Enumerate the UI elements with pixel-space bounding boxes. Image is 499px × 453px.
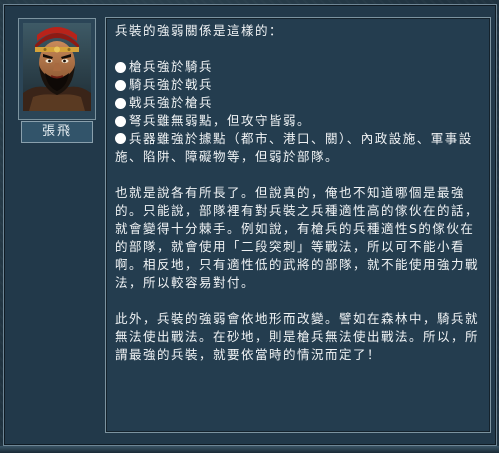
dialog-text-panel: 兵裝的強弱關係是這樣的： 槍兵強於騎兵 騎兵強於戟兵 戟兵強於槍兵 弩兵雖無弱點… [105, 17, 491, 433]
portrait-frame [18, 18, 96, 120]
bullet-circle-icon [115, 61, 126, 73]
paragraph-1: 也就是說各有所長了。但說真的，俺也不知道哪個是最強的。只能說，部隊裡有對兵裝之兵… [115, 185, 480, 290]
intro-line: 兵裝的強弱關係是這樣的： [115, 23, 284, 38]
bullet-text: 弩兵雖無弱點，但攻守皆弱。 [129, 113, 312, 128]
warrior-portrait-icon [23, 23, 91, 111]
bullet-circle-icon [115, 133, 126, 144]
bottom-frame-strip [0, 446, 499, 453]
bullet-text: 騎兵強於戟兵 [129, 77, 214, 92]
advisor-dialog: 張飛 兵裝的強弱關係是這樣的： 槍兵強於騎兵 騎兵強於戟兵 戟兵強於槍兵 弩兵雖… [3, 4, 497, 446]
bullet-circle-icon [115, 79, 126, 91]
bullet-item-wrapped: 兵器雖強於據點（都市、港口、關）、內政設施、軍事設施、陷阱、障礙物等，但弱於部隊… [115, 130, 485, 166]
bullet-text: 兵器雖強於據點（都市、港口、關）、內政設施、軍事設施、陷阱、障礙物等，但弱於部隊… [115, 131, 473, 164]
bullet-circle-icon [115, 115, 126, 127]
bullet-item: 弩兵雖無弱點，但攻守皆弱。 [115, 112, 485, 130]
paragraph-2: 此外，兵裝的強弱會依地形而改變。譬如在森林中，騎兵就無法使出戰法。在砂地，則是槍… [115, 311, 480, 362]
dialog-text: 兵裝的強弱關係是這樣的： 槍兵強於騎兵 騎兵強於戟兵 戟兵強於槍兵 弩兵雖無弱點… [115, 22, 485, 364]
bullet-item: 騎兵強於戟兵 [115, 76, 485, 94]
character-portrait [23, 23, 91, 111]
bullet-circle-icon [115, 97, 126, 109]
bullet-item: 戟兵強於槍兵 [115, 94, 485, 112]
bullet-text: 戟兵強於槍兵 [129, 95, 214, 110]
bullet-item: 槍兵強於騎兵 [115, 58, 485, 76]
character-name: 張飛 [21, 121, 93, 143]
bullet-text: 槍兵強於騎兵 [129, 59, 214, 74]
